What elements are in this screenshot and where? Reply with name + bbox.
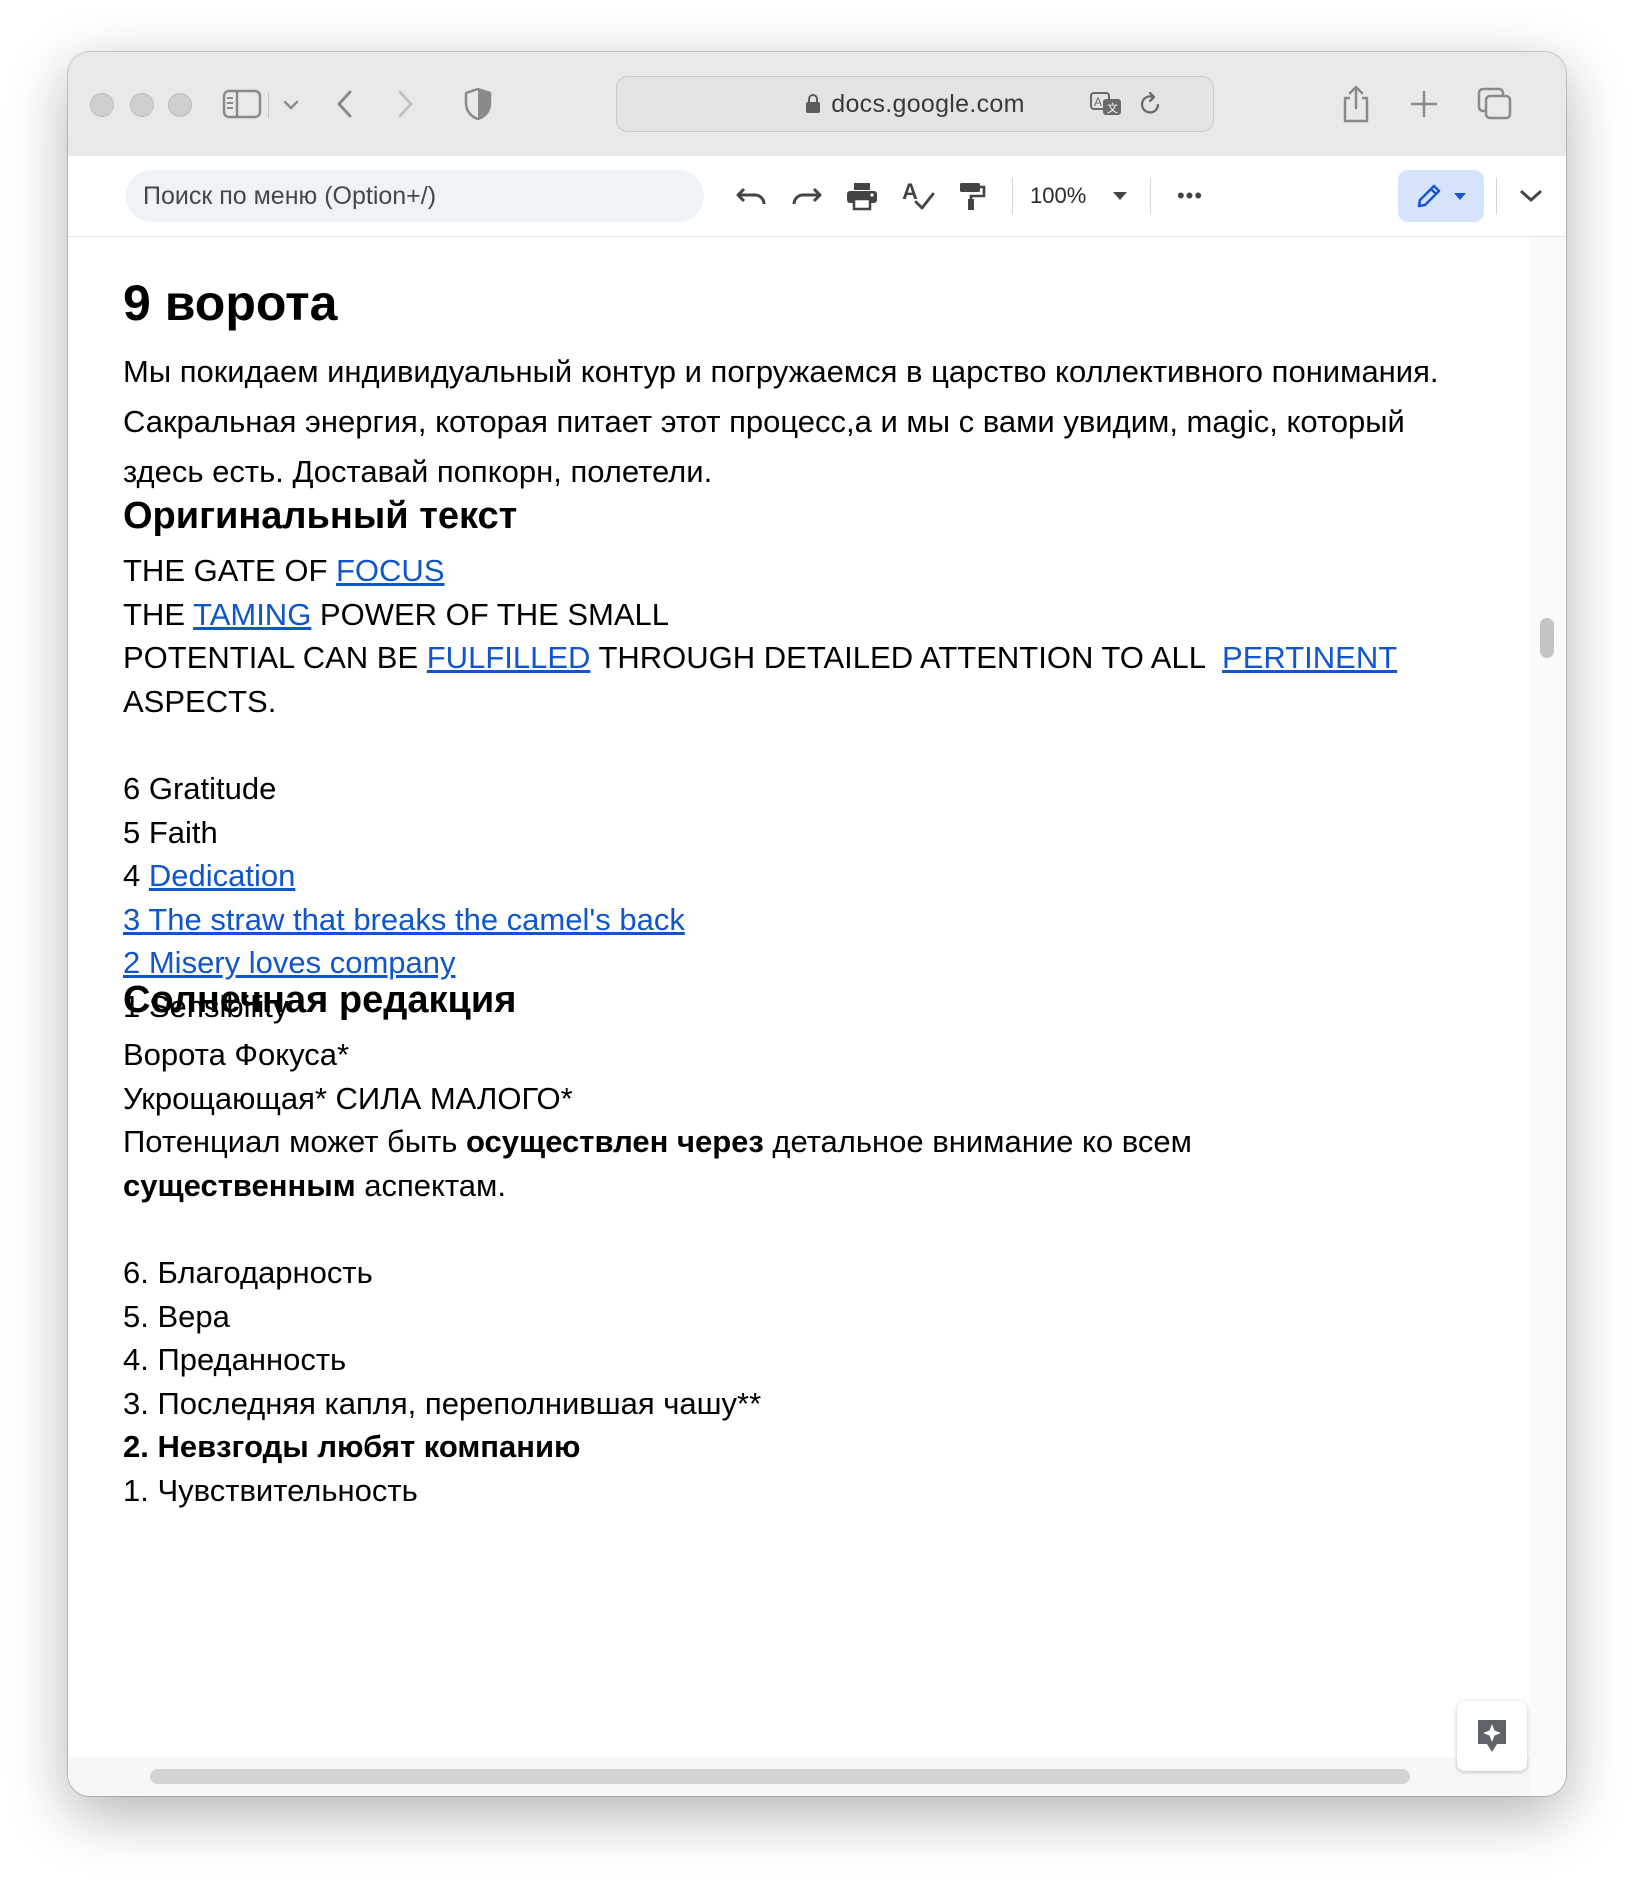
tab-overview-icon[interactable] xyxy=(1476,86,1514,122)
original-line-2: THE TAMING POWER OF THE SMALL xyxy=(123,596,670,632)
link-focus[interactable]: FOCUS xyxy=(336,553,445,588)
solar-list-item-1: 1. Чувствительность xyxy=(123,1472,418,1508)
vertical-scroll-track xyxy=(1530,237,1566,1796)
chevron-down-icon[interactable] xyxy=(278,92,304,118)
link-dedication[interactable]: Dedication xyxy=(149,858,295,893)
paint-format-icon[interactable] xyxy=(952,176,992,216)
back-arrow-icon[interactable] xyxy=(330,86,360,122)
browser-window: docs.google.com A文 Поиск по меню (Option… xyxy=(68,52,1566,1796)
solar-list-item-2: 2. Невзгоды любят компанию xyxy=(123,1429,581,1465)
window-zoom-button[interactable] xyxy=(168,93,192,117)
original-list-item-5: 5 Faith xyxy=(123,814,218,850)
pencil-icon xyxy=(1417,184,1441,208)
translate-icon[interactable]: A文 xyxy=(1089,89,1123,119)
link-fulfilled[interactable]: FULFILLED xyxy=(427,640,591,675)
solar-list-item-5: 5. Вера xyxy=(123,1298,230,1334)
solar-list-item-3: 3. Последняя капля, переполнившая чашу** xyxy=(123,1385,762,1421)
original-text-block: THE GATE OF FOCUS THE TAMING POWER OF TH… xyxy=(123,549,1503,1029)
address-bar[interactable]: docs.google.com A文 xyxy=(616,76,1214,132)
browser-titlebar: docs.google.com A文 xyxy=(68,52,1566,157)
original-line-3: POTENTIAL CAN BE FULFILLED THROUGH DETAI… xyxy=(123,640,1398,676)
more-options-icon[interactable]: ••• xyxy=(1170,176,1210,216)
undo-icon[interactable] xyxy=(732,176,772,216)
link-taming[interactable]: TAMING xyxy=(193,597,311,632)
document-viewport[interactable]: 9 ворота Мы покидаем индивидуальный конт… xyxy=(68,237,1566,1796)
new-tab-plus-icon[interactable] xyxy=(1408,88,1440,120)
titlebar-divider xyxy=(268,92,269,118)
original-line-1: THE GATE OF FOCUS xyxy=(123,553,445,588)
editing-mode-button[interactable] xyxy=(1398,170,1484,222)
toolbar-divider xyxy=(1496,178,1497,214)
original-list-item-4: 4 Dedication xyxy=(123,858,296,894)
horizontal-scrollbar-thumb[interactable] xyxy=(150,1769,1410,1784)
document-title: 9 ворота xyxy=(123,275,338,331)
toolbar-divider xyxy=(1012,178,1013,214)
solar-list-item-6: 6. Благодарность xyxy=(123,1254,373,1290)
original-list-item-3: 3 The straw that breaks the camel's back xyxy=(123,898,1503,942)
print-icon[interactable] xyxy=(842,176,882,216)
zoom-value: 100% xyxy=(1030,183,1087,208)
dropdown-arrow-icon xyxy=(1454,192,1466,200)
intro-paragraph: Мы покидаем индивидуальный контур и погр… xyxy=(123,354,1439,489)
solar-line-1: Ворота Фокуса* xyxy=(123,1037,350,1072)
svg-text:A: A xyxy=(902,180,918,204)
url-text: docs.google.com xyxy=(831,90,1025,118)
link-straw-camels-back[interactable]: 3 The straw that breaks the camel's back xyxy=(123,902,685,937)
shield-icon[interactable] xyxy=(460,84,496,124)
solar-list-item-4: 4. Преданность xyxy=(123,1342,347,1378)
solar-edition-block: Ворота Фокуса* Укрощающая* СИЛА МАЛОГО* … xyxy=(123,1033,1503,1513)
forward-arrow-icon[interactable] xyxy=(390,86,420,122)
original-line-4: ASPECTS. xyxy=(123,683,277,719)
share-icon[interactable] xyxy=(1338,82,1374,126)
sidebar-toggle-icon[interactable] xyxy=(220,86,264,122)
collapse-toolbar-chevron-icon[interactable] xyxy=(1514,176,1548,216)
link-misery-loves-company[interactable]: 2 Misery loves company xyxy=(123,945,456,980)
window-minimize-button[interactable] xyxy=(130,93,154,117)
svg-text:文: 文 xyxy=(1107,101,1118,115)
link-pertinent[interactable]: PERTINENT xyxy=(1222,640,1397,675)
zoom-select[interactable]: 100% xyxy=(1030,176,1128,216)
address-url: docs.google.com xyxy=(617,90,1213,119)
lock-icon xyxy=(806,94,821,113)
solar-line-4: существенным аспектам. xyxy=(123,1167,506,1203)
spellcheck-icon[interactable]: A xyxy=(898,176,938,216)
original-text-heading: Оригинальный текст xyxy=(123,495,518,537)
solar-line-2: Укрощающая* СИЛА МАЛОГО* xyxy=(123,1080,573,1116)
toolbar-divider xyxy=(1150,178,1151,214)
docs-toolbar: A 100% ••• xyxy=(68,156,1566,237)
original-list-item-6: 6 Gratitude xyxy=(123,770,277,806)
solar-line-3: Потенциал может быть осуществлен через д… xyxy=(123,1124,1192,1160)
explore-sparkle-icon xyxy=(1478,1720,1506,1752)
dropdown-arrow-icon xyxy=(1113,192,1128,200)
vertical-scrollbar-thumb[interactable] xyxy=(1540,618,1554,658)
menu-search-input[interactable] xyxy=(126,170,704,222)
redo-icon[interactable] xyxy=(786,176,826,216)
explore-button[interactable] xyxy=(1457,1701,1527,1771)
window-close-button[interactable] xyxy=(90,93,114,117)
solar-edition-heading: Солнечная редакция xyxy=(123,979,517,1021)
reload-icon[interactable] xyxy=(1135,89,1165,119)
svg-text:A: A xyxy=(1094,95,1102,109)
